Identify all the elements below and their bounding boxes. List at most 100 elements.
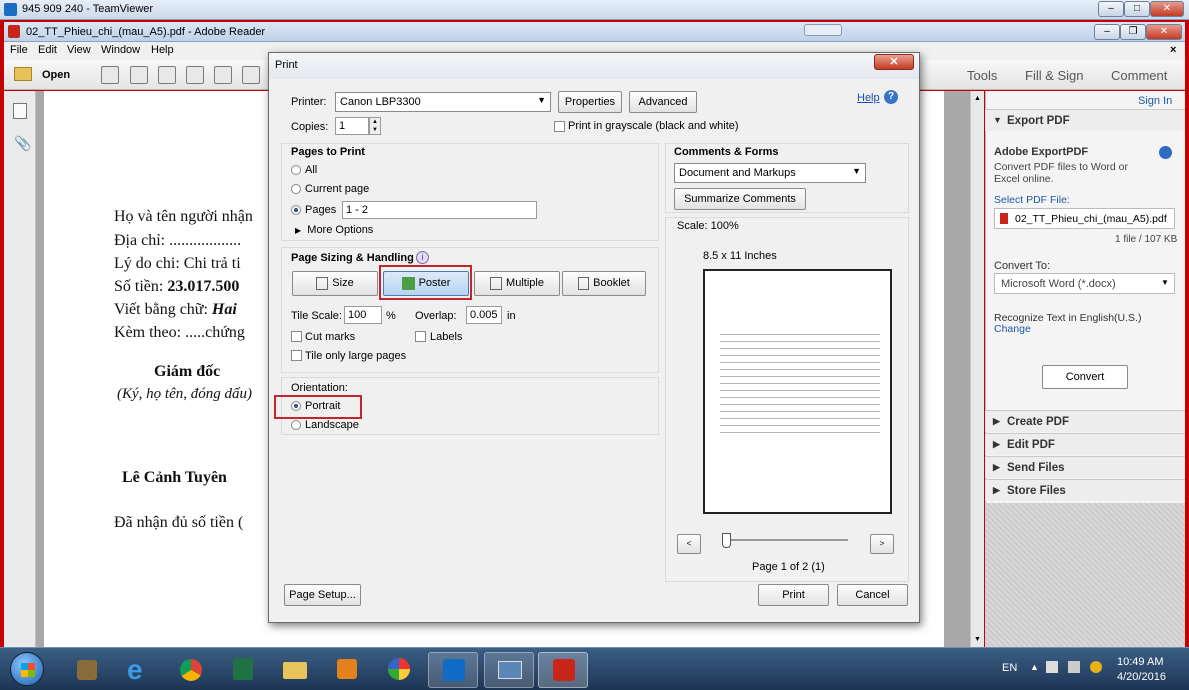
screenshot-app-icon[interactable] (484, 652, 534, 688)
attachments-icon[interactable]: 📎 (14, 135, 31, 152)
minimize-button[interactable]: – (1098, 1, 1124, 17)
menu-edit[interactable]: Edit (38, 44, 57, 56)
help-icon[interactable]: ? (884, 90, 898, 104)
menu-help[interactable]: Help (151, 44, 174, 56)
labels-label: Labels (430, 331, 463, 343)
scroll-up-arrow[interactable]: ▲ (974, 95, 981, 102)
close-doc-icon[interactable]: × (1170, 44, 1176, 56)
app-icon[interactable] (374, 652, 424, 688)
fill-sign-link[interactable]: Fill & Sign (1025, 68, 1084, 83)
grayscale-label: Print in grayscale (black and white) (568, 120, 739, 132)
page-setup-button[interactable]: Page Setup... (284, 584, 361, 606)
taskbar-app-tool-icon[interactable] (62, 652, 112, 688)
store-files-section[interactable]: ▶ Store Files (985, 479, 1185, 501)
info-icon[interactable]: i (416, 251, 429, 264)
advanced-button[interactable]: Advanced (629, 91, 697, 113)
tile-scale-input[interactable]: 100 (344, 306, 382, 324)
teamviewer-taskbar-icon[interactable] (428, 652, 478, 688)
close-button[interactable]: ✕ (1150, 1, 1184, 17)
doc-line-address: Địa chỉ: .................. (114, 232, 242, 249)
save-icon[interactable] (214, 66, 232, 84)
copies-input[interactable]: 1 (335, 117, 369, 135)
file-explorer-icon[interactable] (270, 652, 320, 688)
clock-time[interactable]: 10:49 AM (1117, 656, 1163, 668)
booklet-button[interactable]: Booklet (562, 271, 646, 296)
network-icon[interactable] (1068, 661, 1080, 673)
sign-in-link[interactable]: Sign In (1138, 95, 1172, 107)
page-slider-track[interactable] (722, 539, 848, 541)
prev-page-button[interactable]: < (677, 534, 701, 554)
open-folder-icon[interactable] (14, 67, 32, 81)
excel-icon[interactable] (218, 652, 268, 688)
tv-toolbar-handle[interactable] (804, 24, 842, 36)
landscape-radio[interactable] (291, 420, 301, 430)
selected-file-box[interactable]: 02_TT_Phieu_chi_(mau_A5).pdf (994, 208, 1175, 229)
chevron-down-icon: ▼ (537, 95, 546, 105)
size-button[interactable]: Size (292, 271, 378, 296)
pages-range-input[interactable]: 1 - 2 (342, 201, 537, 219)
chrome-icon[interactable] (166, 652, 216, 688)
adobe-reader-taskbar-icon[interactable] (538, 652, 588, 688)
help-link[interactable]: Help (857, 92, 880, 104)
clock-date[interactable]: 4/20/2016 (1117, 671, 1166, 683)
reader-minimize-button[interactable]: – (1094, 24, 1120, 40)
multiple-button[interactable]: Multiple (474, 271, 560, 296)
alert-icon[interactable] (1090, 661, 1102, 673)
cancel-button[interactable]: Cancel (837, 584, 908, 606)
convert-button[interactable]: Convert (1042, 365, 1128, 389)
media-player-icon[interactable] (322, 652, 372, 688)
reader-restore-button[interactable]: ❐ (1120, 24, 1146, 40)
convert-format-dropdown[interactable]: Microsoft Word (*.docx) ▼ (994, 273, 1175, 294)
labels-checkbox[interactable] (415, 331, 426, 342)
send-files-section[interactable]: ▶ Send Files (985, 456, 1185, 478)
internet-explorer-icon[interactable]: e (114, 652, 164, 688)
menu-file[interactable]: File (10, 44, 28, 56)
open-button[interactable]: Open (42, 69, 70, 81)
export-info-icon[interactable] (1159, 146, 1172, 159)
convert-icon[interactable] (130, 66, 148, 84)
pages-radio[interactable] (291, 205, 301, 215)
comment-link[interactable]: Comment (1111, 68, 1167, 83)
more-options-toggle[interactable]: ▶ More Options (295, 224, 373, 236)
left-navigation-rail: 📎 (4, 91, 36, 647)
doc-line-words: Viết bằng chữ: Hai (114, 301, 237, 319)
reader-close-button[interactable]: ✕ (1146, 24, 1182, 40)
print-icon[interactable] (242, 66, 260, 84)
create-icon[interactable] (101, 66, 119, 84)
properties-button[interactable]: Properties (558, 91, 622, 113)
edit-icon[interactable] (158, 66, 176, 84)
tools-link[interactable]: Tools (967, 68, 997, 83)
page-thumbnails-icon[interactable] (13, 103, 27, 119)
all-radio[interactable] (291, 165, 301, 175)
cut-marks-checkbox[interactable] (291, 331, 302, 342)
scroll-down-arrow[interactable]: ▼ (974, 636, 981, 643)
flag-icon[interactable] (1046, 661, 1058, 673)
create-pdf-section[interactable]: ▶ Create PDF (985, 410, 1185, 432)
current-page-radio[interactable] (291, 184, 301, 194)
export-pdf-header[interactable]: ▼ Export PDF (985, 109, 1185, 131)
tile-large-checkbox[interactable] (291, 350, 302, 361)
tile-large-label: Tile only large pages (305, 350, 407, 362)
grayscale-checkbox[interactable] (554, 121, 565, 132)
summarize-comments-button[interactable]: Summarize Comments (674, 188, 806, 210)
overlap-input[interactable]: 0.005 (466, 306, 502, 324)
upload-icon[interactable] (186, 66, 204, 84)
print-button[interactable]: Print (758, 584, 829, 606)
maximize-button[interactable]: □ (1124, 1, 1150, 17)
comments-dropdown[interactable]: Document and Markups ▼ (674, 163, 866, 183)
start-button[interactable] (10, 652, 44, 686)
menu-view[interactable]: View (67, 44, 91, 56)
doc-line-reason: Lý do chi: Chi trả ti (114, 255, 241, 272)
edit-pdf-section[interactable]: ▶ Edit PDF (985, 433, 1185, 455)
menu-window[interactable]: Window (101, 44, 140, 56)
dialog-close-button[interactable]: ✕ (874, 54, 914, 70)
language-indicator[interactable]: EN (1002, 662, 1017, 674)
page-slider-thumb[interactable] (722, 533, 731, 548)
document-scrollbar[interactable]: ▲ ▼ (970, 91, 984, 647)
copies-stepper[interactable]: ▲ ▼ (369, 117, 381, 135)
next-page-button[interactable]: > (870, 534, 894, 554)
printer-dropdown[interactable]: Canon LBP3300 ▼ (335, 92, 551, 112)
change-link[interactable]: Change (994, 323, 1031, 335)
show-hidden-icons[interactable]: ▲ (1030, 662, 1039, 672)
expand-arrow-icon: ▶ (993, 462, 1000, 472)
